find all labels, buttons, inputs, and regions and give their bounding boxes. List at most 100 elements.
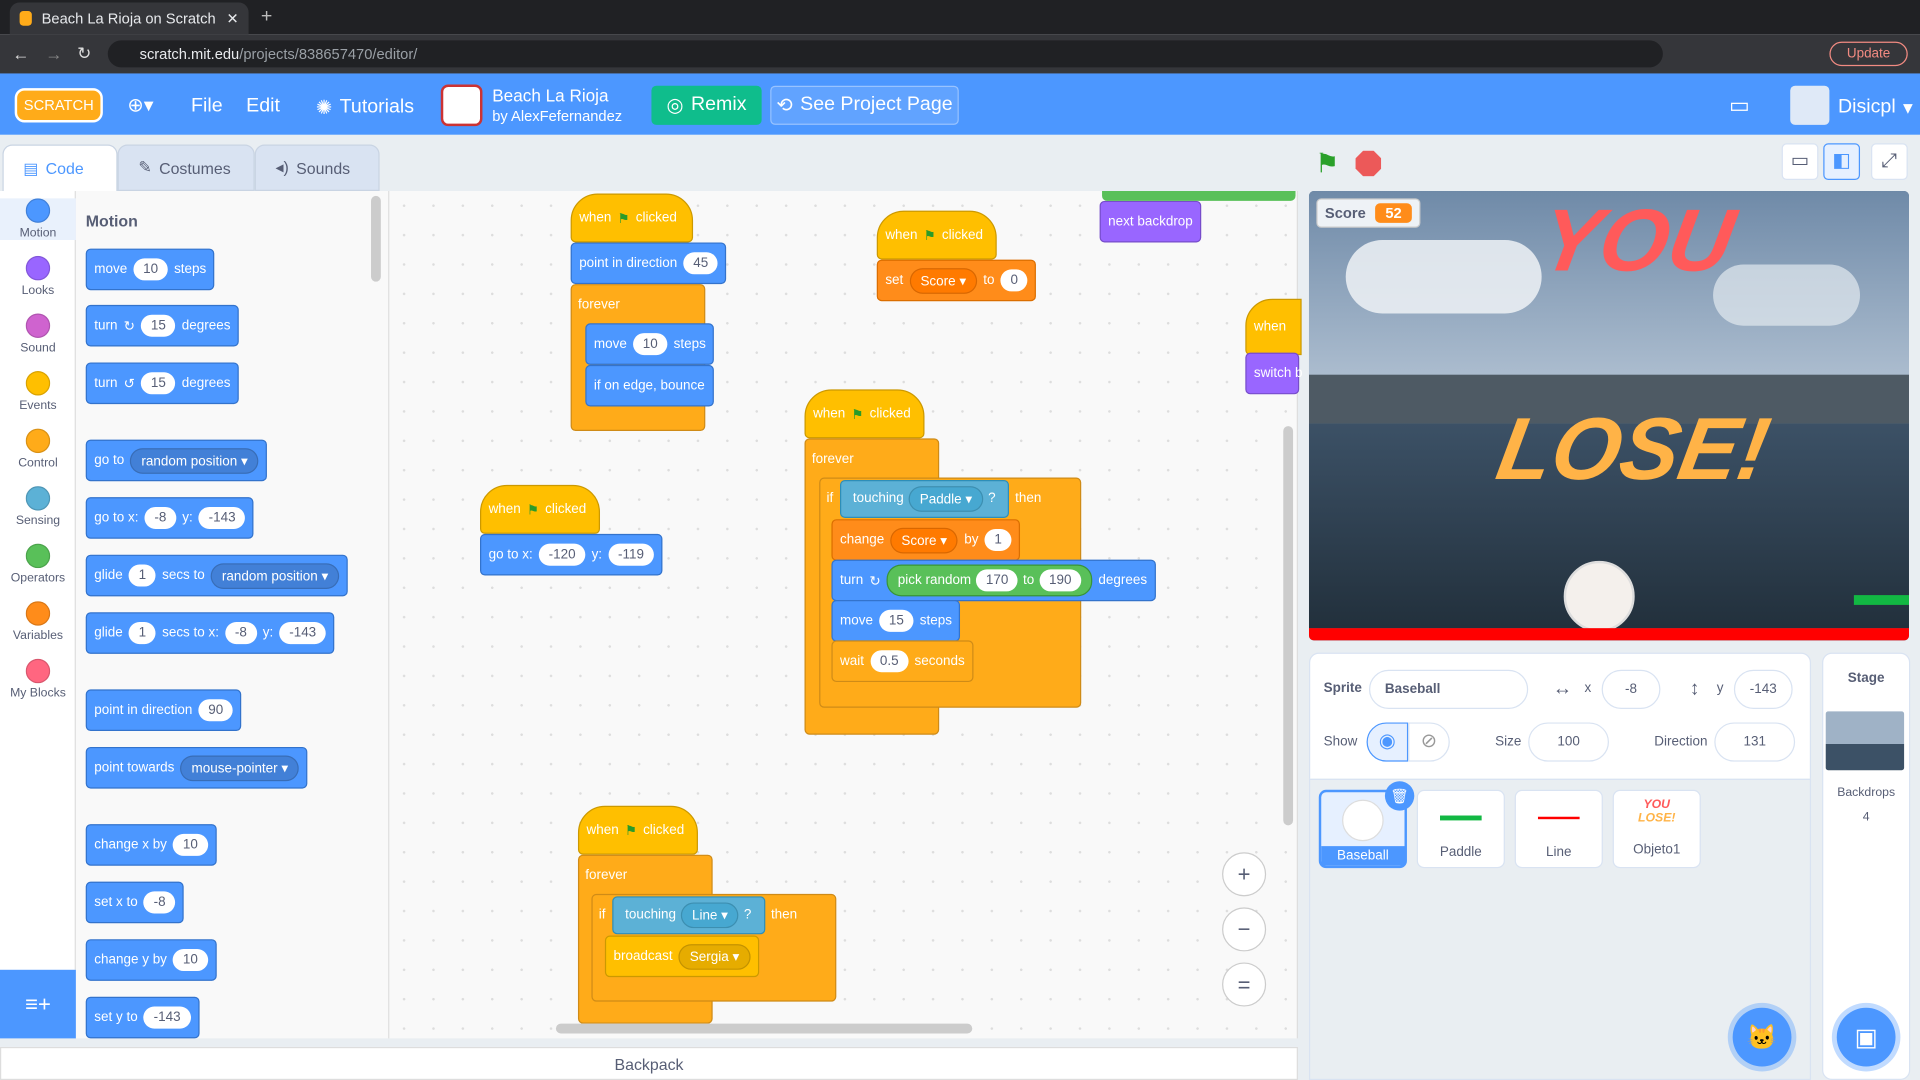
- category-events[interactable]: Events: [0, 371, 76, 413]
- update-button[interactable]: Update: [1829, 41, 1908, 67]
- turn-right-icon: ↻: [123, 318, 135, 334]
- project-title[interactable]: Beach La Rioja: [492, 86, 608, 106]
- change-x-block[interactable]: change x by 10: [85, 824, 217, 866]
- category-looks[interactable]: Looks: [0, 255, 76, 298]
- stage-canvas[interactable]: Score 52 YOU LOSE!: [1308, 191, 1909, 641]
- sprite-tile-line[interactable]: Line: [1514, 789, 1603, 869]
- size-field[interactable]: 100: [1528, 722, 1609, 762]
- new-tab-button[interactable]: +: [261, 6, 272, 28]
- point-towards-block[interactable]: point towards mouse-pointer ▾: [85, 746, 308, 789]
- next-backdrop-block[interactable]: next backdrop: [1099, 200, 1202, 243]
- when-flag-clicked-hat[interactable]: when ⚑ clicked: [804, 389, 925, 439]
- add-extension-button[interactable]: ≡+: [0, 969, 76, 1039]
- touching-condition[interactable]: touching Paddle ▾?: [839, 479, 1010, 518]
- sprite-name-field[interactable]: Baseball: [1368, 669, 1529, 709]
- small-stage-button[interactable]: ▭: [1781, 143, 1819, 181]
- change-score-block[interactable]: change Score ▾ by 1: [831, 519, 1021, 561]
- tab-costumes[interactable]: ✎ Costumes: [117, 144, 255, 192]
- remix-button[interactable]: ◎ Remix: [651, 85, 762, 125]
- go-to-xy-block[interactable]: go to x: -8 y: -143: [85, 497, 255, 539]
- touching-condition[interactable]: touching Line ▾?: [611, 895, 765, 934]
- sprite-tile-paddle[interactable]: Paddle: [1416, 789, 1505, 869]
- back-icon[interactable]: ←: [12, 44, 29, 64]
- y-field[interactable]: -143: [1733, 669, 1793, 709]
- username-menu[interactable]: Disicpl ▾: [1838, 96, 1913, 120]
- browser-tab[interactable]: Beach La Rioja on Scratch ✕: [9, 2, 249, 35]
- choose-sprite-button[interactable]: 🐱: [1732, 1007, 1792, 1067]
- category-operators[interactable]: Operators: [0, 543, 76, 585]
- x-field[interactable]: -8: [1601, 669, 1661, 709]
- category-my-blocks[interactable]: My Blocks: [0, 658, 76, 700]
- delete-sprite-icon[interactable]: 🗑: [1384, 781, 1415, 811]
- category-sound[interactable]: Sound: [0, 313, 76, 355]
- point-in-direction-block[interactable]: point in direction 90: [85, 689, 242, 732]
- reload-icon[interactable]: ↻: [77, 43, 91, 64]
- tab-code[interactable]: ▤ Code: [2, 144, 118, 192]
- go-to-block[interactable]: go to random position ▾: [85, 439, 268, 482]
- palette-scrollbar[interactable]: [371, 195, 381, 282]
- script-horizontal-scrollbar[interactable]: [555, 1023, 973, 1034]
- sprite-tile-objeto1[interactable]: YOU LOSE! Objeto1: [1612, 789, 1701, 869]
- change-y-block[interactable]: change y by 10: [85, 939, 217, 981]
- when-flag-clicked-hat[interactable]: when ⚑ clicked: [570, 193, 694, 243]
- url-field[interactable]: scratch.mit.edu/projects/838657470/edito…: [107, 40, 1663, 68]
- when-flag-clicked-hat[interactable]: when ⚑ clicked: [577, 805, 698, 855]
- if-touching-row[interactable]: if touching Paddle ▾? then: [819, 478, 1049, 520]
- category-control[interactable]: Control: [0, 428, 76, 471]
- pick-random-operator[interactable]: pick random 170 to 190: [886, 564, 1093, 597]
- category-variables[interactable]: Variables: [0, 601, 76, 643]
- green-flag-icon[interactable]: ⚑: [1315, 148, 1339, 180]
- category-sensing[interactable]: Sensing: [0, 486, 76, 528]
- category-label: Control: [18, 456, 58, 471]
- baseball-sprite[interactable]: [1563, 560, 1635, 632]
- when-flag-clicked-hat[interactable]: when ⚑ clicked: [876, 210, 997, 260]
- paddle-sprite[interactable]: [1853, 595, 1909, 605]
- bounce-block[interactable]: if on edge, bounce: [585, 364, 714, 407]
- direction-field[interactable]: 131: [1714, 722, 1796, 762]
- set-x-block[interactable]: set x to -8: [85, 881, 184, 924]
- zoom-out-button[interactable]: −: [1222, 907, 1267, 952]
- show-hidden-button[interactable]: ⊘: [1408, 722, 1450, 762]
- point-in-direction-block[interactable]: point in direction 45: [570, 242, 727, 285]
- fullscreen-button[interactable]: ⤢: [1871, 143, 1908, 181]
- set-score-block[interactable]: set Score ▾ to 0: [876, 259, 1037, 302]
- set-y-block[interactable]: set y to -143: [85, 996, 199, 1039]
- tutorials-button[interactable]: ✺ Tutorials: [316, 96, 414, 120]
- glide-random-block[interactable]: glide 1 secs to random position ▾: [85, 554, 348, 597]
- if-touching-row[interactable]: if touching Line ▾? then: [591, 894, 804, 936]
- turn-right-block[interactable]: turn ↻ 15 degrees: [85, 304, 240, 347]
- language-globe-icon[interactable]: ⊕▾: [127, 93, 153, 117]
- zoom-in-button[interactable]: +: [1222, 852, 1267, 897]
- move-steps-block[interactable]: move 10 steps: [585, 323, 715, 365]
- line-sprite[interactable]: [1308, 628, 1909, 641]
- when-hat-partial[interactable]: when: [1245, 298, 1302, 356]
- wait-block[interactable]: wait 0.5 seconds: [831, 640, 974, 683]
- tab-sounds[interactable]: ◂) Sounds: [254, 144, 380, 192]
- zoom-reset-button[interactable]: =: [1222, 962, 1267, 1007]
- choose-backdrop-button[interactable]: ▣: [1836, 1007, 1896, 1067]
- scratch-logo[interactable]: SCRATCH: [14, 88, 103, 123]
- project-author[interactable]: by AlexFefernandez: [492, 108, 622, 125]
- switch-backdrop-partial[interactable]: switch b: [1245, 352, 1303, 395]
- file-menu[interactable]: File: [191, 96, 223, 118]
- move-steps-block[interactable]: move 15 steps: [831, 600, 961, 642]
- see-project-page-button[interactable]: ⟲ See Project Page: [770, 85, 959, 125]
- broadcast-block[interactable]: broadcast Sergia ▾: [604, 935, 759, 978]
- glide-xy-block[interactable]: glide 1 secs to x: -8 y: -143: [85, 612, 335, 654]
- when-flag-clicked-hat[interactable]: when ⚑ clicked: [480, 484, 601, 534]
- go-to-xy-block[interactable]: go to x: -120 y: -119: [480, 533, 663, 576]
- move-steps-block[interactable]: move 10 steps: [85, 248, 215, 291]
- my-stuff-folder-icon[interactable]: ▭: [1729, 93, 1750, 119]
- stop-sign-icon[interactable]: [1355, 150, 1382, 177]
- backpack-bar[interactable]: Backpack: [0, 1046, 1298, 1080]
- avatar[interactable]: [1790, 85, 1830, 125]
- show-visible-button[interactable]: ◉: [1366, 722, 1409, 762]
- forward-icon[interactable]: →: [45, 44, 62, 64]
- category-motion[interactable]: Motion: [0, 198, 76, 241]
- script-vertical-scrollbar[interactable]: [1283, 426, 1294, 826]
- turn-left-block[interactable]: turn ↺ 15 degrees: [85, 362, 240, 405]
- edit-menu[interactable]: Edit: [246, 96, 280, 118]
- normal-stage-button[interactable]: ◧: [1823, 143, 1861, 181]
- turn-pick-random-block[interactable]: turn ↻ pick random 170 to 190 degrees: [831, 559, 1156, 602]
- tab-close-icon[interactable]: ✕: [226, 10, 238, 27]
